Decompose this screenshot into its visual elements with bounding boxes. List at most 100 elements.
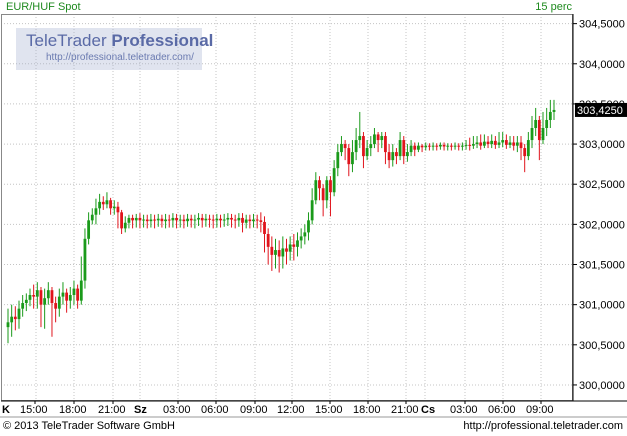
candle-body — [211, 219, 215, 221]
footer-url[interactable]: http://professional.teletrader.com — [463, 420, 623, 432]
candle-body — [94, 208, 98, 215]
y-tick-label: 300,0000 — [579, 380, 625, 392]
candle-body — [369, 144, 373, 149]
y-tick-label: 302,0000 — [579, 219, 625, 231]
candle-body — [340, 144, 343, 153]
candle-body — [109, 200, 113, 209]
candle-body — [292, 244, 296, 247]
candle-body — [230, 217, 233, 220]
candle-body — [50, 290, 54, 304]
candle-body — [244, 219, 248, 223]
last-price-label: 303,4250 — [577, 105, 623, 117]
x-day-label: Sz — [134, 404, 147, 416]
candle-body — [537, 119, 541, 141]
candle-body — [145, 219, 149, 222]
candle-body — [395, 152, 398, 157]
candle-body — [336, 152, 340, 169]
candle-body — [112, 206, 116, 209]
candle-body — [54, 303, 58, 309]
x-day-label: Cs — [421, 404, 435, 416]
candle-body — [548, 111, 552, 120]
candle-body — [351, 152, 354, 165]
x-tick-label: 09:00 — [240, 404, 268, 416]
candle-body — [545, 119, 549, 129]
plot-frame — [1, 14, 573, 401]
candle-body — [318, 180, 321, 189]
x-tick-label: 06:00 — [201, 404, 229, 416]
candle-body — [332, 168, 336, 193]
candle-body — [222, 219, 226, 221]
candle-body — [61, 292, 65, 297]
candle-body — [200, 217, 204, 221]
candle-body — [541, 128, 545, 141]
candle-body — [72, 288, 76, 296]
candle-body — [534, 119, 538, 129]
candle-body — [508, 142, 512, 145]
candle-body — [189, 218, 193, 221]
candle-body — [17, 308, 21, 320]
candle-body — [46, 290, 50, 299]
x-day-label: K — [2, 404, 10, 416]
candle-body — [490, 140, 494, 145]
candle-body — [310, 200, 314, 221]
candle-body — [475, 142, 479, 145]
candle-body — [464, 144, 468, 146]
candle-body — [98, 201, 102, 209]
candle-body — [519, 142, 523, 149]
candle-body — [288, 244, 292, 252]
candle-body — [153, 219, 156, 221]
candle-body — [197, 217, 200, 220]
candle-body — [391, 152, 395, 161]
candle-body — [453, 145, 457, 147]
candle-body — [186, 218, 189, 222]
interval-label: 15 perc — [535, 1, 572, 13]
header-band — [0, 0, 627, 14]
candle-body — [215, 218, 219, 221]
y-tick-label: 301,0000 — [579, 300, 625, 312]
candle-body — [255, 219, 259, 221]
candle-body — [134, 217, 138, 221]
candle-body — [285, 248, 288, 252]
candle-body — [439, 144, 442, 147]
candle-body — [178, 219, 182, 221]
y-tick-label: 304,0000 — [579, 59, 625, 71]
candle-body — [160, 218, 164, 222]
x-tick-label: 06:00 — [488, 404, 516, 416]
candle-body — [28, 295, 32, 300]
candle-body — [208, 218, 211, 220]
candle-body — [171, 217, 175, 221]
candle-body — [263, 221, 266, 234]
candle-body — [13, 316, 17, 320]
candle-body — [479, 142, 483, 146]
candle-body — [266, 233, 270, 247]
candle-body — [32, 295, 36, 297]
y-tick-label: 301,5000 — [579, 260, 625, 272]
candle-body — [486, 141, 490, 145]
candle-body — [482, 141, 486, 146]
candle-body — [347, 148, 351, 165]
candle-body — [343, 144, 347, 149]
candle-body — [552, 109, 556, 112]
y-tick-label: 303,0000 — [579, 139, 625, 151]
candle-body — [167, 219, 171, 221]
candle-body — [259, 220, 263, 222]
candle-body — [468, 144, 472, 146]
candle-body — [406, 152, 409, 157]
candle-body — [10, 316, 14, 323]
candle-body — [471, 144, 475, 146]
teletrader-watermark: TeleTrader Professional http://professio… — [16, 28, 213, 70]
copyright-text: © 2013 TeleTrader Software GmbH — [3, 420, 175, 432]
candle-body — [387, 152, 391, 161]
candle-body — [413, 145, 417, 150]
candle-body — [138, 217, 142, 221]
candle-body — [87, 220, 91, 239]
x-tick-label: 18:00 — [59, 404, 87, 416]
candle-body — [380, 136, 384, 141]
x-tick-label: 12:00 — [277, 404, 305, 416]
candle-body — [248, 219, 252, 222]
candle-body — [515, 142, 519, 146]
candle-body — [362, 136, 365, 157]
candle-body — [24, 299, 28, 304]
candle-body — [314, 180, 318, 201]
x-tick-label: 18:00 — [353, 404, 381, 416]
